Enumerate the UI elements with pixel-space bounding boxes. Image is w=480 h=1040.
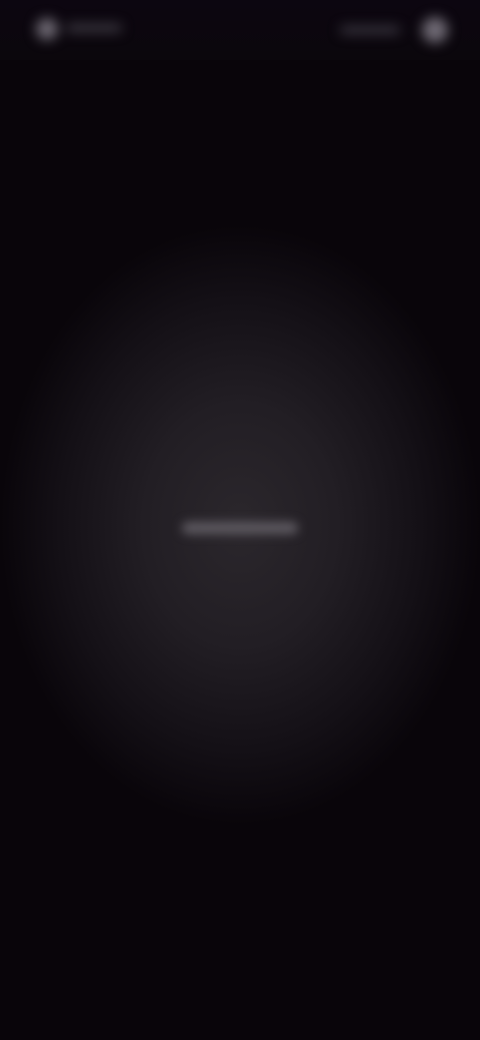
- top-right-control[interactable]: [340, 14, 450, 44]
- top-left-control[interactable]: [30, 14, 130, 42]
- center-label-placeholder: [182, 522, 298, 534]
- app-screen: [0, 0, 480, 1040]
- avatar-icon: [36, 18, 58, 40]
- top-left-label-placeholder: [66, 24, 122, 32]
- center-loading-label: [176, 514, 304, 542]
- profile-icon: [422, 17, 448, 43]
- top-bar: [0, 0, 480, 60]
- top-right-label-placeholder: [340, 26, 400, 34]
